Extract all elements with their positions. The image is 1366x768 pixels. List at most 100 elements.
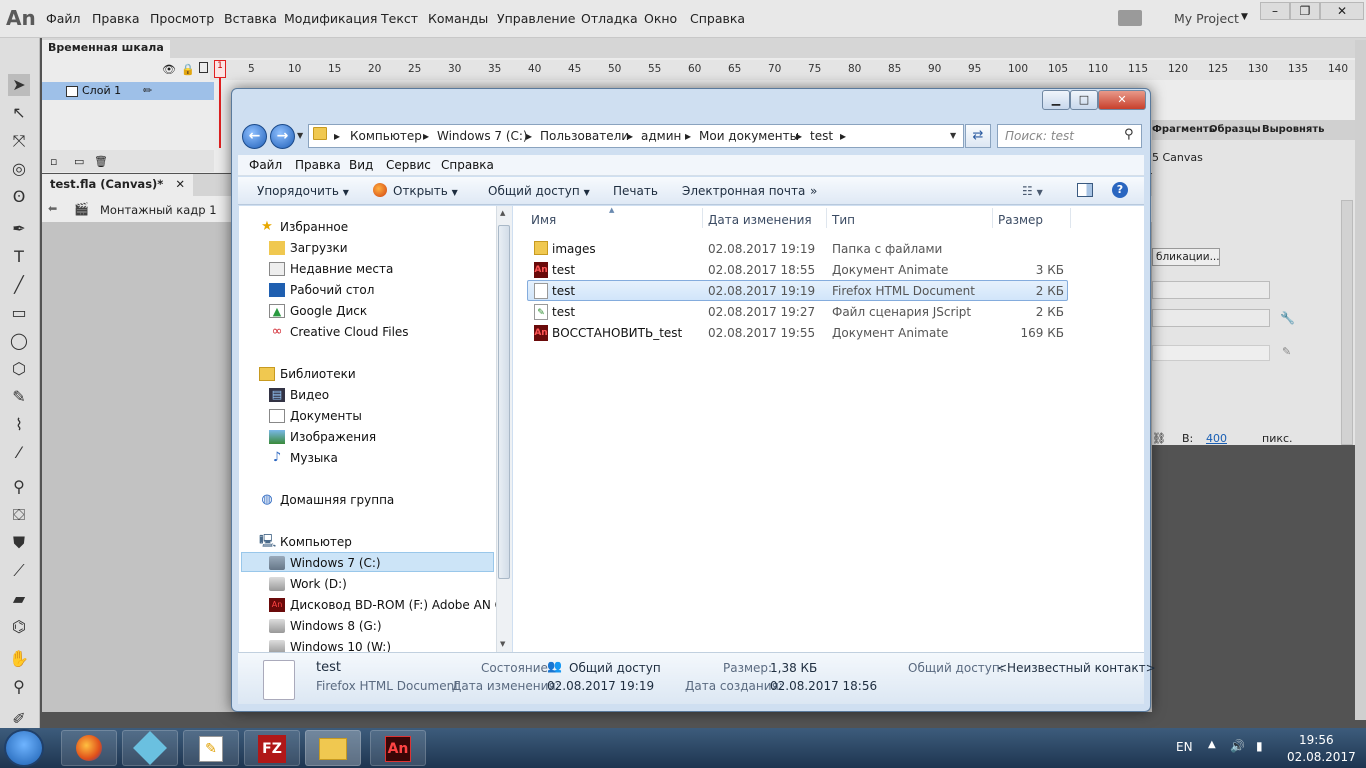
clock-date[interactable]: 02.08.2017 [1287,750,1356,764]
preview-pane-icon[interactable] [1077,183,1093,197]
filezilla-taskbar-icon[interactable]: FZ [244,730,300,766]
refresh-icon[interactable]: ⇄ [965,124,991,148]
text-tool-icon[interactable]: T [8,246,30,268]
nav-item-video[interactable]: Видео [290,388,329,402]
3d-rotation-icon[interactable]: ◎ [8,158,30,180]
ink-bottle-icon[interactable]: ⛊ [8,532,30,554]
tray-expand-icon[interactable]: ▲ [1208,739,1216,750]
menu-edit[interactable]: Правка [92,11,140,26]
search-icon[interactable]: ⚲ [1124,127,1134,142]
file-name[interactable]: test [552,284,575,298]
rectangle-tool-icon[interactable]: ▭ [8,302,30,324]
chevron-right-icon[interactable]: ▸ [627,129,633,143]
print-button[interactable]: Печать [613,184,658,198]
organize-button[interactable]: Упорядочить ▼ [257,184,349,198]
chevron-right-icon[interactable]: ▸ [526,129,532,143]
explorer-maximize-icon[interactable]: □ [1070,90,1098,110]
playhead-handle[interactable]: 1 [214,60,226,78]
menu-help[interactable]: Справка [690,11,745,26]
nav-drive-d[interactable]: Work (D:) [290,577,347,591]
outline-icon[interactable] [199,62,208,73]
explorer-menu-edit[interactable]: Правка [295,158,341,172]
line-tool-icon[interactable]: ╱ [8,274,30,296]
view-options-icon[interactable]: ☷ ▼ [1022,184,1043,198]
breadcrumb-users[interactable]: Пользователи [540,129,629,143]
menu-insert[interactable]: Вставка [224,11,277,26]
restore-icon[interactable]: ❐ [1290,2,1320,20]
breadcrumb-computer[interactable]: Компьютер [350,129,422,143]
class-field[interactable] [1152,345,1270,361]
scroll-down-icon[interactable]: ▼ [500,640,505,648]
nav-homegroup[interactable]: Домашняя группа [280,493,394,507]
minimize-icon[interactable]: – [1260,2,1290,20]
scroll-up-icon[interactable]: ▲ [500,209,505,217]
menu-control[interactable]: Управление [497,11,575,26]
nav-item-music[interactable]: Музыка [290,451,338,465]
network-icon[interactable]: ▮ [1256,739,1263,753]
file-name[interactable]: images [552,242,596,256]
lasso-icon[interactable]: ʘ [8,186,30,208]
nav-drive-g[interactable]: Windows 8 (G:) [290,619,382,633]
nav-item-recent[interactable]: Недавние места [290,262,393,276]
tab-align[interactable]: Выровнять [1262,124,1324,135]
tab-document[interactable]: test.fla (Canvas)* ✕ [42,174,193,196]
menu-text[interactable]: Текст [381,11,418,26]
file-name[interactable]: ВОССТАНОВИТЬ_test [552,326,682,340]
explorer-close-icon[interactable]: ✕ [1098,90,1146,110]
close-tab-icon[interactable]: ✕ [175,177,185,191]
polystar-tool-icon[interactable]: ⬡ [8,358,30,380]
nav-item-creative-cloud[interactable]: Creative Cloud Files [290,325,409,339]
breadcrumb-admin[interactable]: админ [641,129,681,143]
chevron-right-icon[interactable]: ▸ [796,129,802,143]
hand-tool-icon[interactable]: ✋ [8,648,30,670]
language-indicator[interactable]: EN [1176,740,1193,754]
column-separator[interactable] [702,208,703,228]
main-scrollbar[interactable] [1355,40,1366,720]
width-value[interactable]: 400 [1206,432,1227,445]
stroke-color-icon[interactable]: ✐ [8,708,30,730]
column-separator[interactable] [992,208,993,228]
nav-item-pictures[interactable]: Изображения [290,430,376,444]
chevron-right-icon[interactable]: ▸ [334,129,340,143]
explorer-minimize-icon[interactable]: ▁ [1042,90,1070,110]
explorer-menu-view[interactable]: Вид [349,158,373,172]
lock-icon[interactable]: 🔒 [181,63,195,76]
brush-tool-icon[interactable]: ⁄ [8,442,30,464]
volume-icon[interactable]: 🔊 [1230,739,1245,753]
nav-item-google-drive[interactable]: Google Диск [290,304,367,318]
breadcrumb-drive[interactable]: Windows 7 (C:) [437,129,528,143]
nav-scroll-thumb[interactable] [498,225,510,579]
eye-icon[interactable]: 👁 [162,63,176,76]
column-type[interactable]: Тип [832,213,855,227]
animate-taskbar-icon[interactable]: An [370,730,426,766]
breadcrumb-documents[interactable]: Мои документы [699,129,799,143]
chevron-right-icon[interactable]: ▸ [423,129,429,143]
firefox-taskbar-icon[interactable] [61,730,117,766]
nav-favorites[interactable]: Избранное [280,220,348,234]
tab-fragments[interactable]: Фрагменть [1152,124,1215,135]
publish-settings-button[interactable]: бликации... [1152,248,1220,266]
breadcrumb-test[interactable]: test [810,129,833,143]
subselection-tool-icon[interactable]: ↖ [8,102,30,124]
3d-app-taskbar-icon[interactable] [122,730,178,766]
selection-tool-icon[interactable]: ➤ [8,74,30,96]
new-layer-icon[interactable]: ▫ [50,155,57,168]
share-button[interactable]: Общий доступ ▼ [488,184,590,198]
tab-swatches[interactable]: Образцы [1209,124,1261,135]
column-date[interactable]: Дата изменения [708,213,812,227]
menu-file[interactable]: Файл [46,11,81,26]
forward-button-icon[interactable]: → [270,124,295,149]
clock-time[interactable]: 19:56 [1299,733,1334,747]
nav-computer[interactable]: Компьютер [280,535,352,549]
explorer-menu-help[interactable]: Справка [441,158,494,172]
new-folder-icon[interactable]: ▭ [74,155,84,168]
width-tool-icon[interactable]: ⌬ [8,616,30,638]
notepad-taskbar-icon[interactable]: ✎ [183,730,239,766]
start-button-icon[interactable] [4,729,44,767]
more-commands-button[interactable]: » [810,184,817,198]
help-icon[interactable]: ? [1112,182,1128,198]
menu-window[interactable]: Окно [644,11,677,26]
bone-tool-icon[interactable]: ⚲ [8,476,30,498]
eraser-icon[interactable]: ▰ [8,588,30,610]
open-button[interactable]: Открыть ▼ [393,184,458,198]
